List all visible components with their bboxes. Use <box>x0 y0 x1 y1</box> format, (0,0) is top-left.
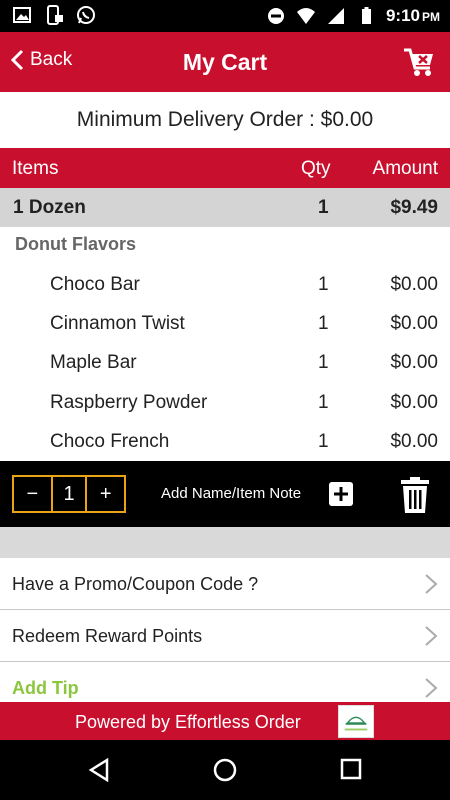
minimum-delivery-text: Minimum Delivery Order : $0.00 <box>76 108 374 131</box>
effortless-order-logo <box>338 705 374 738</box>
phone-lock-icon <box>47 5 63 25</box>
flavor-row: Raspberry Powder 1 $0.00 <box>0 383 450 422</box>
flavor-qty: 1 <box>318 274 329 295</box>
reward-points-row[interactable]: Redeem Reward Points <box>0 610 450 662</box>
flavor-qty: 1 <box>318 431 329 452</box>
flavor-amount: $0.00 <box>390 431 438 452</box>
nav-home-icon[interactable] <box>213 758 237 782</box>
chevron-right-icon <box>425 626 438 646</box>
image-icon <box>13 7 31 23</box>
flavor-amount: $0.00 <box>390 352 438 373</box>
flavor-row: Cinnamon Twist 1 $0.00 <box>0 304 450 343</box>
flavor-qty: 1 <box>318 352 329 373</box>
section-divider <box>0 527 450 558</box>
quantity-value: 1 <box>50 477 88 511</box>
trash-icon[interactable] <box>401 477 429 513</box>
flavor-heading: Donut Flavors <box>15 234 137 254</box>
app-screen: 9:10 PM Back My Cart Minimum Delivery Ord… <box>0 0 450 800</box>
battery-icon <box>361 7 371 24</box>
add-tip-label: Add Tip <box>12 678 79 698</box>
flavor-row: Choco Bar 1 $0.00 <box>0 265 450 304</box>
powered-by-text: Powered by Effortless Order <box>75 712 301 732</box>
item-name: 1 Dozen <box>13 197 86 218</box>
chevron-right-icon <box>425 574 438 594</box>
chevron-right-icon <box>425 678 438 698</box>
quantity-stepper: − 1 + <box>12 475 126 513</box>
app-header: Back My Cart <box>0 32 450 92</box>
whatsapp-icon <box>77 6 95 24</box>
flavor-name: Choco French <box>50 431 170 452</box>
flavor-amount: $0.00 <box>390 313 438 334</box>
flavor-qty: 1 <box>318 392 329 413</box>
promo-code-label: Have a Promo/Coupon Code ? <box>12 574 259 594</box>
flavor-amount: $0.00 <box>390 274 438 295</box>
flavor-name: Maple Bar <box>50 352 137 373</box>
do-not-disturb-icon <box>267 8 284 24</box>
page-title: My Cart <box>182 49 268 75</box>
system-nav-bar <box>0 740 450 800</box>
flavor-row: Choco French 1 $0.00 <box>0 422 450 461</box>
reward-points-label: Redeem Reward Points <box>12 626 203 646</box>
flavor-amount: $0.00 <box>390 392 438 413</box>
flavor-name: Cinnamon Twist <box>50 313 185 334</box>
add-note-plus-icon[interactable] <box>329 482 353 506</box>
clear-cart-icon[interactable] <box>402 44 436 78</box>
decrement-button[interactable]: − <box>14 477 51 511</box>
wifi-icon <box>296 8 315 24</box>
flavor-name: Raspberry Powder <box>50 392 208 413</box>
item-control-bar: − 1 + Add Name/Item Note <box>0 461 450 527</box>
header-qty: Qty <box>301 158 331 179</box>
item-amount: $9.49 <box>390 197 438 218</box>
cart-item-row[interactable]: 1 Dozen 1 $9.49 <box>0 188 450 227</box>
promo-code-row[interactable]: Have a Promo/Coupon Code ? <box>0 558 450 610</box>
nav-back-icon[interactable] <box>88 758 110 782</box>
nav-recents-icon[interactable] <box>340 758 362 780</box>
header-items: Items <box>12 158 59 179</box>
increment-button[interactable]: + <box>87 477 124 511</box>
powered-by-footer: Powered by Effortless Order <box>0 702 450 740</box>
flavor-row: Maple Bar 1 $0.00 <box>0 343 450 382</box>
status-time: 9:10 PM <box>385 6 440 25</box>
header-amount: Amount <box>372 158 438 179</box>
status-bar: 9:10 PM <box>0 0 450 32</box>
cart-table-header: Items Qty Amount <box>0 148 450 188</box>
flavor-qty: 1 <box>318 313 329 334</box>
flavor-name: Choco Bar <box>50 274 140 295</box>
add-note-label[interactable]: Add Name/Item Note <box>161 485 301 502</box>
signal-icon <box>327 8 344 24</box>
item-qty: 1 <box>318 197 329 218</box>
